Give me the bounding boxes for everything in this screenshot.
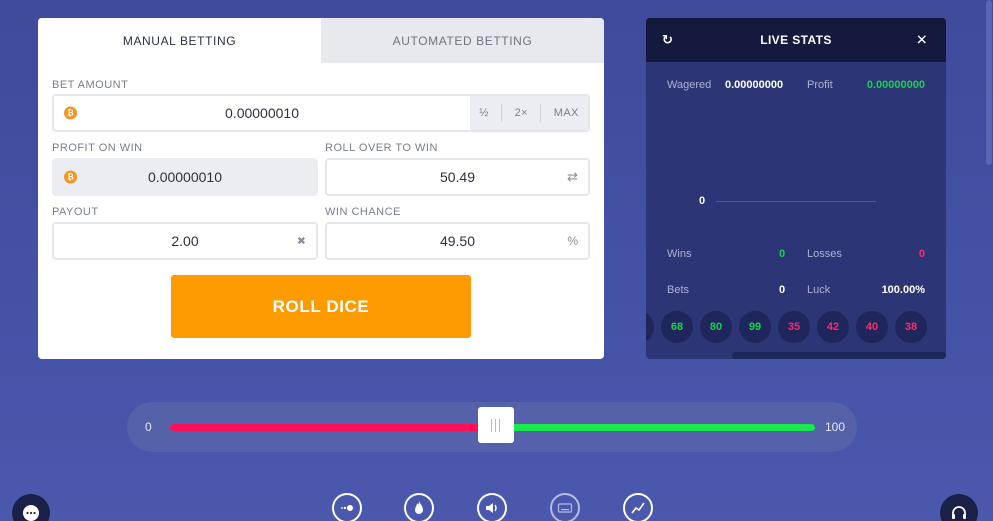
win-chance-input[interactable]: 49.50 % [325,222,590,260]
grip-line [495,418,497,432]
betting-tabs: MANUAL BETTING AUTOMATED BETTING [38,18,604,63]
chart-icon [631,502,645,514]
profit-value: 0.00000000 [866,79,925,91]
history-ball: 68 [661,311,693,343]
history-ball: 80 [700,311,732,343]
bet-amount-input[interactable]: ₿ 0.00000010 ½ 2× MAX [52,94,590,132]
keyboard-button[interactable] [550,493,580,521]
slider-lose-track[interactable] [170,424,496,431]
chart-zero-label: 0 [699,195,706,207]
slider-win-track[interactable] [495,424,815,431]
roll-slider: 0 100 [127,402,857,452]
max-bet-button[interactable]: MAX [548,107,585,119]
rewind-icon [341,505,353,511]
history-ball: 42 [817,311,849,343]
roll-over-value: 50.49 [439,169,476,185]
history-ball: 40 [856,311,888,343]
support-button[interactable] [940,494,978,521]
sound-button[interactable] [477,493,507,521]
bets-label: Bets [667,284,690,296]
profit-on-win-value: 0.00000010 [148,169,222,185]
live-stats-title: LIVE STATS [760,33,832,47]
stats-button[interactable] [623,493,653,521]
half-bet-button[interactable]: ½ [473,107,495,119]
profit-chart-line [716,201,876,202]
wins-label: Wins [667,248,692,260]
bet-amount-controls: ½ 2× MAX [470,96,588,130]
slider-min-label: 0 [145,420,152,434]
divider [501,104,503,122]
refresh-icon[interactable]: ↻ [662,32,673,48]
history-ball: 35 [778,311,810,343]
bets-value: 0 [779,284,786,296]
luck-value: 100.00% [881,284,925,296]
roll-dice-button[interactable]: ROLL DICE [171,275,471,338]
betting-panel: MANUAL BETTING AUTOMATED BETTING BET AMO… [38,18,604,359]
losses-label: Losses [807,248,842,260]
roll-history: 68 80 99 35 42 40 38 [646,311,946,343]
chat-button[interactable] [12,494,50,521]
payout-label: PAYOUT [52,206,99,218]
multiply-icon: ✖ [296,235,306,248]
headset-icon [952,506,966,519]
hot-button[interactable] [404,493,434,521]
roll-over-label: ROLL OVER TO WIN [325,142,438,154]
bet-amount-value: 0.00000010 [225,105,299,121]
profit-on-win-field: ₿ 0.00000010 [52,158,318,196]
grip-line [491,418,493,432]
wagered-label: Wagered [667,79,712,91]
win-chance-label: WIN CHANCE [325,206,401,218]
win-chance-value: 49.50 [439,233,476,249]
sound-icon [486,503,497,513]
double-bet-button[interactable]: 2× [509,107,534,119]
wins-value: 0 [779,248,786,260]
payout-input[interactable]: 2.00 ✖ [52,222,318,260]
live-stats-panel: ↻ LIVE STATS ✕ Wagered 0.00000000 Profit… [646,18,946,359]
history-ball: 99 [739,311,771,343]
divider [540,104,542,122]
swap-icon[interactable]: ⇄ [567,169,578,185]
bet-amount-label: BET AMOUNT [52,79,129,91]
rewind-button[interactable] [332,493,362,521]
payout-value: 2.00 [171,233,199,249]
luck-label: Luck [807,284,831,296]
chat-icon [23,505,39,521]
profit-label: Profit [807,79,833,91]
percent-icon: % [567,234,578,248]
page-scrollbar[interactable] [985,0,993,170]
history-scrollbar[interactable] [732,352,946,359]
roll-over-input[interactable]: 50.49 ⇄ [325,158,590,196]
grip-line [499,418,501,432]
tab-manual-betting[interactable]: MANUAL BETTING [38,18,321,63]
losses-value: 0 [918,248,925,260]
wagered-value: 0.00000000 [725,79,784,91]
fire-icon [415,501,423,514]
live-stats-header: ↻ LIVE STATS ✕ [646,18,946,62]
tab-automated-betting[interactable]: AUTOMATED BETTING [321,18,604,63]
profit-on-win-label: PROFIT ON WIN [52,142,143,154]
slider-handle[interactable] [477,407,514,443]
slider-max-label: 100 [824,420,845,434]
page-scrollbar-thumb[interactable] [986,0,992,165]
history-ball [646,311,654,343]
close-icon[interactable]: ✕ [916,32,928,49]
history-ball: 38 [895,311,927,343]
keyboard-icon [557,503,573,513]
